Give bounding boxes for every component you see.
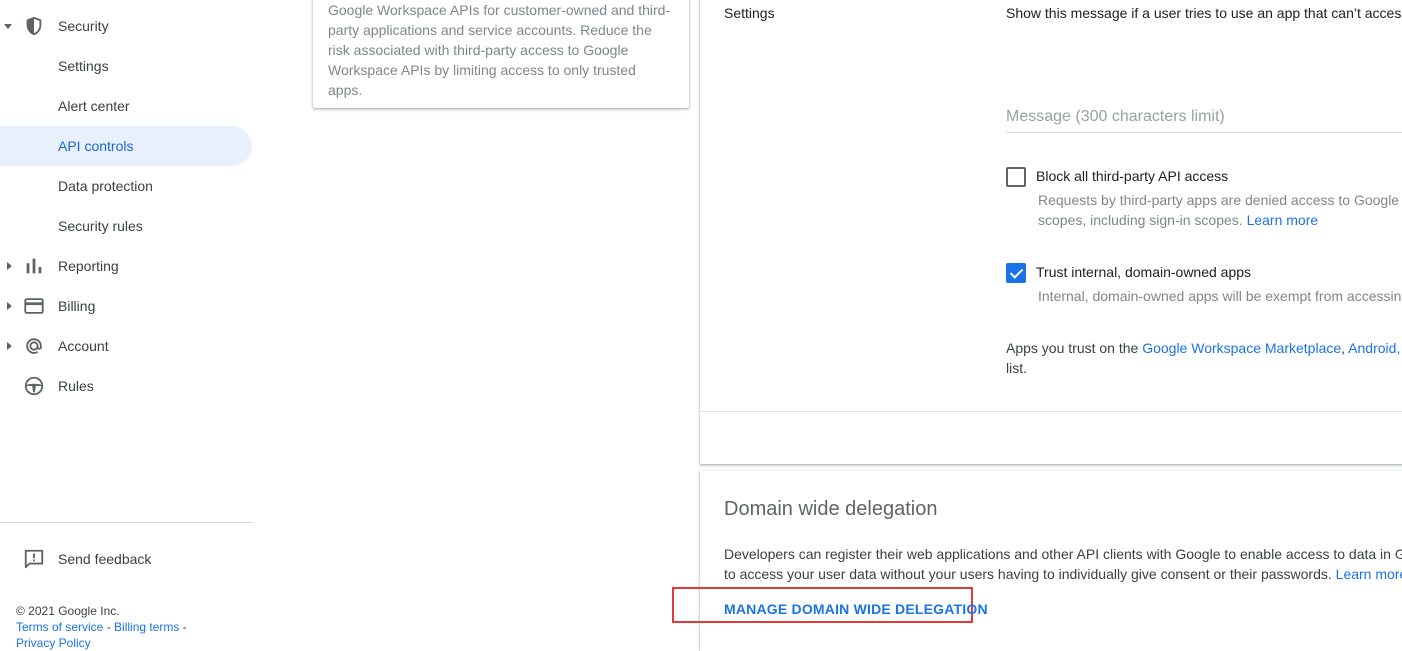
sidebar: Security Settings Alert center API contr… — [0, 0, 253, 650]
dwd-learn-more-link[interactable]: Learn more — [1336, 566, 1402, 582]
sidebar-item-security-rules[interactable]: Security rules — [0, 206, 252, 246]
domain-wide-delegation-card: Domain wide delegation Developers can re… — [700, 471, 1402, 651]
footer-separator: - — [103, 620, 115, 634]
sidebar-item-rules[interactable]: Rules — [0, 366, 252, 406]
shield-icon — [26, 16, 42, 36]
block-desc-text: scopes, including sign-in scopes. — [1038, 212, 1243, 228]
sidebar-item-label: Security rules — [58, 218, 143, 234]
sidebar-item-label: Alert center — [58, 98, 130, 114]
at-sign-icon — [26, 338, 42, 354]
sidebar-item-settings[interactable]: Settings — [0, 46, 252, 86]
manage-domain-wide-delegation-button[interactable]: MANAGE DOMAIN WIDE DELEGATION — [724, 601, 988, 617]
credit-card-icon — [24, 298, 44, 314]
sidebar-item-label: Settings — [58, 58, 109, 74]
dwd-desc-line-2: to access your user data without your us… — [724, 564, 1402, 584]
chevron-right-icon[interactable] — [7, 342, 12, 350]
sidebar-item-label: Data protection — [58, 178, 153, 194]
sidebar-item-api-controls[interactable]: API controls — [0, 126, 252, 166]
dwd-title: Domain wide delegation — [724, 498, 938, 520]
trust-internal-apps-label: Trust internal, domain-owned apps — [1036, 264, 1252, 280]
settings-card: Settings Show this message if a user tri… — [700, 0, 1402, 464]
message-input-placeholder: Message (300 characters limit) — [1006, 108, 1225, 125]
android-link[interactable]: Android — [1348, 340, 1396, 356]
dwd-desc-text: to access your user data without your us… — [724, 566, 1332, 582]
trust-internal-apps-checkbox[interactable] — [1006, 263, 1026, 283]
info-line: risk associated with third-party access … — [328, 42, 629, 58]
block-desc-line: Requests by third-party apps are denied … — [1038, 192, 1402, 208]
trust-internal-apps-description: Internal, domain-owned apps will be exem… — [1038, 288, 1402, 304]
chevron-down-icon[interactable] — [4, 24, 12, 29]
send-feedback-button[interactable]: Send feedback — [0, 539, 252, 579]
sidebar-item-label: Reporting — [58, 258, 119, 274]
chevron-right-icon[interactable] — [7, 262, 12, 270]
learn-more-link[interactable]: Learn more — [1247, 212, 1319, 228]
api-controls-info-card: Google Workspace APIs for customer-owned… — [313, 0, 689, 108]
footer-separator: - — [179, 620, 187, 634]
block-desc-line-2: scopes, including sign-in scopes. Learn … — [1038, 210, 1402, 230]
dwd-desc-line: Developers can register their web applic… — [724, 546, 1402, 562]
block-third-party-checkbox[interactable] — [1006, 167, 1026, 187]
message-input[interactable]: Message (300 characters limit) — [1006, 106, 1402, 133]
bar-chart-icon — [26, 258, 42, 274]
billing-terms-link[interactable]: Billing terms — [114, 620, 179, 634]
sidebar-item-reporting[interactable]: Reporting — [0, 246, 252, 286]
footer-links-2: Privacy Policy — [16, 636, 91, 650]
feedback-icon — [24, 549, 44, 569]
info-line: apps. — [328, 82, 363, 98]
apps-trust-text: Apps you trust on the Google Workspace M… — [1006, 338, 1402, 378]
privacy-policy-link[interactable]: Privacy Policy — [16, 636, 91, 650]
terms-of-service-link[interactable]: Terms of service — [16, 620, 103, 634]
copyright-text: © 2021 Google Inc. — [16, 604, 120, 618]
sidebar-item-label: API controls — [58, 138, 134, 154]
card-footer-divider — [700, 411, 1402, 412]
sidebar-item-label: Security — [58, 18, 109, 34]
sidebar-divider — [0, 522, 253, 523]
message-description: Show this message if a user tries to use… — [1006, 5, 1402, 21]
sidebar-item-security[interactable]: Security — [0, 6, 252, 46]
sidebar-item-label: Billing — [58, 298, 96, 314]
send-feedback-label: Send feedback — [58, 551, 152, 567]
sidebar-item-billing[interactable]: Billing — [0, 286, 252, 326]
info-card-description: Google Workspace APIs for customer-owned… — [328, 0, 678, 100]
info-line: party applications and service accounts.… — [328, 22, 652, 38]
info-line: Google Workspace APIs for customer-owned… — [328, 2, 671, 18]
block-third-party-description: Requests by third-party apps are denied … — [1038, 190, 1402, 230]
sidebar-item-alert-center[interactable]: Alert center — [0, 86, 252, 126]
chevron-right-icon[interactable] — [7, 302, 12, 310]
dwd-description: Developers can register their web applic… — [724, 544, 1402, 584]
sidebar-item-label: Account — [58, 338, 109, 354]
sidebar-item-data-protection[interactable]: Data protection — [0, 166, 252, 206]
sidebar-item-label: Rules — [58, 378, 94, 394]
sidebar-item-account[interactable]: Account — [0, 326, 252, 366]
footer-links: Terms of service - Billing terms - — [16, 620, 187, 634]
block-third-party-label: Block all third-party API access — [1036, 168, 1229, 184]
steering-wheel-icon — [24, 376, 44, 396]
apps-trust-prefix: Apps you trust on the — [1006, 340, 1143, 356]
settings-section-label: Settings — [724, 5, 775, 21]
apps-trust-list-suffix: list. — [1006, 360, 1027, 376]
apps-trust-line: Apps you trust on the Google Workspace M… — [1006, 338, 1402, 358]
info-line: Workspace APIs by limiting access to onl… — [328, 62, 636, 78]
marketplace-link[interactable]: Google Workspace Marketplace — [1142, 340, 1341, 356]
comma-cut: , c — [1396, 340, 1402, 356]
